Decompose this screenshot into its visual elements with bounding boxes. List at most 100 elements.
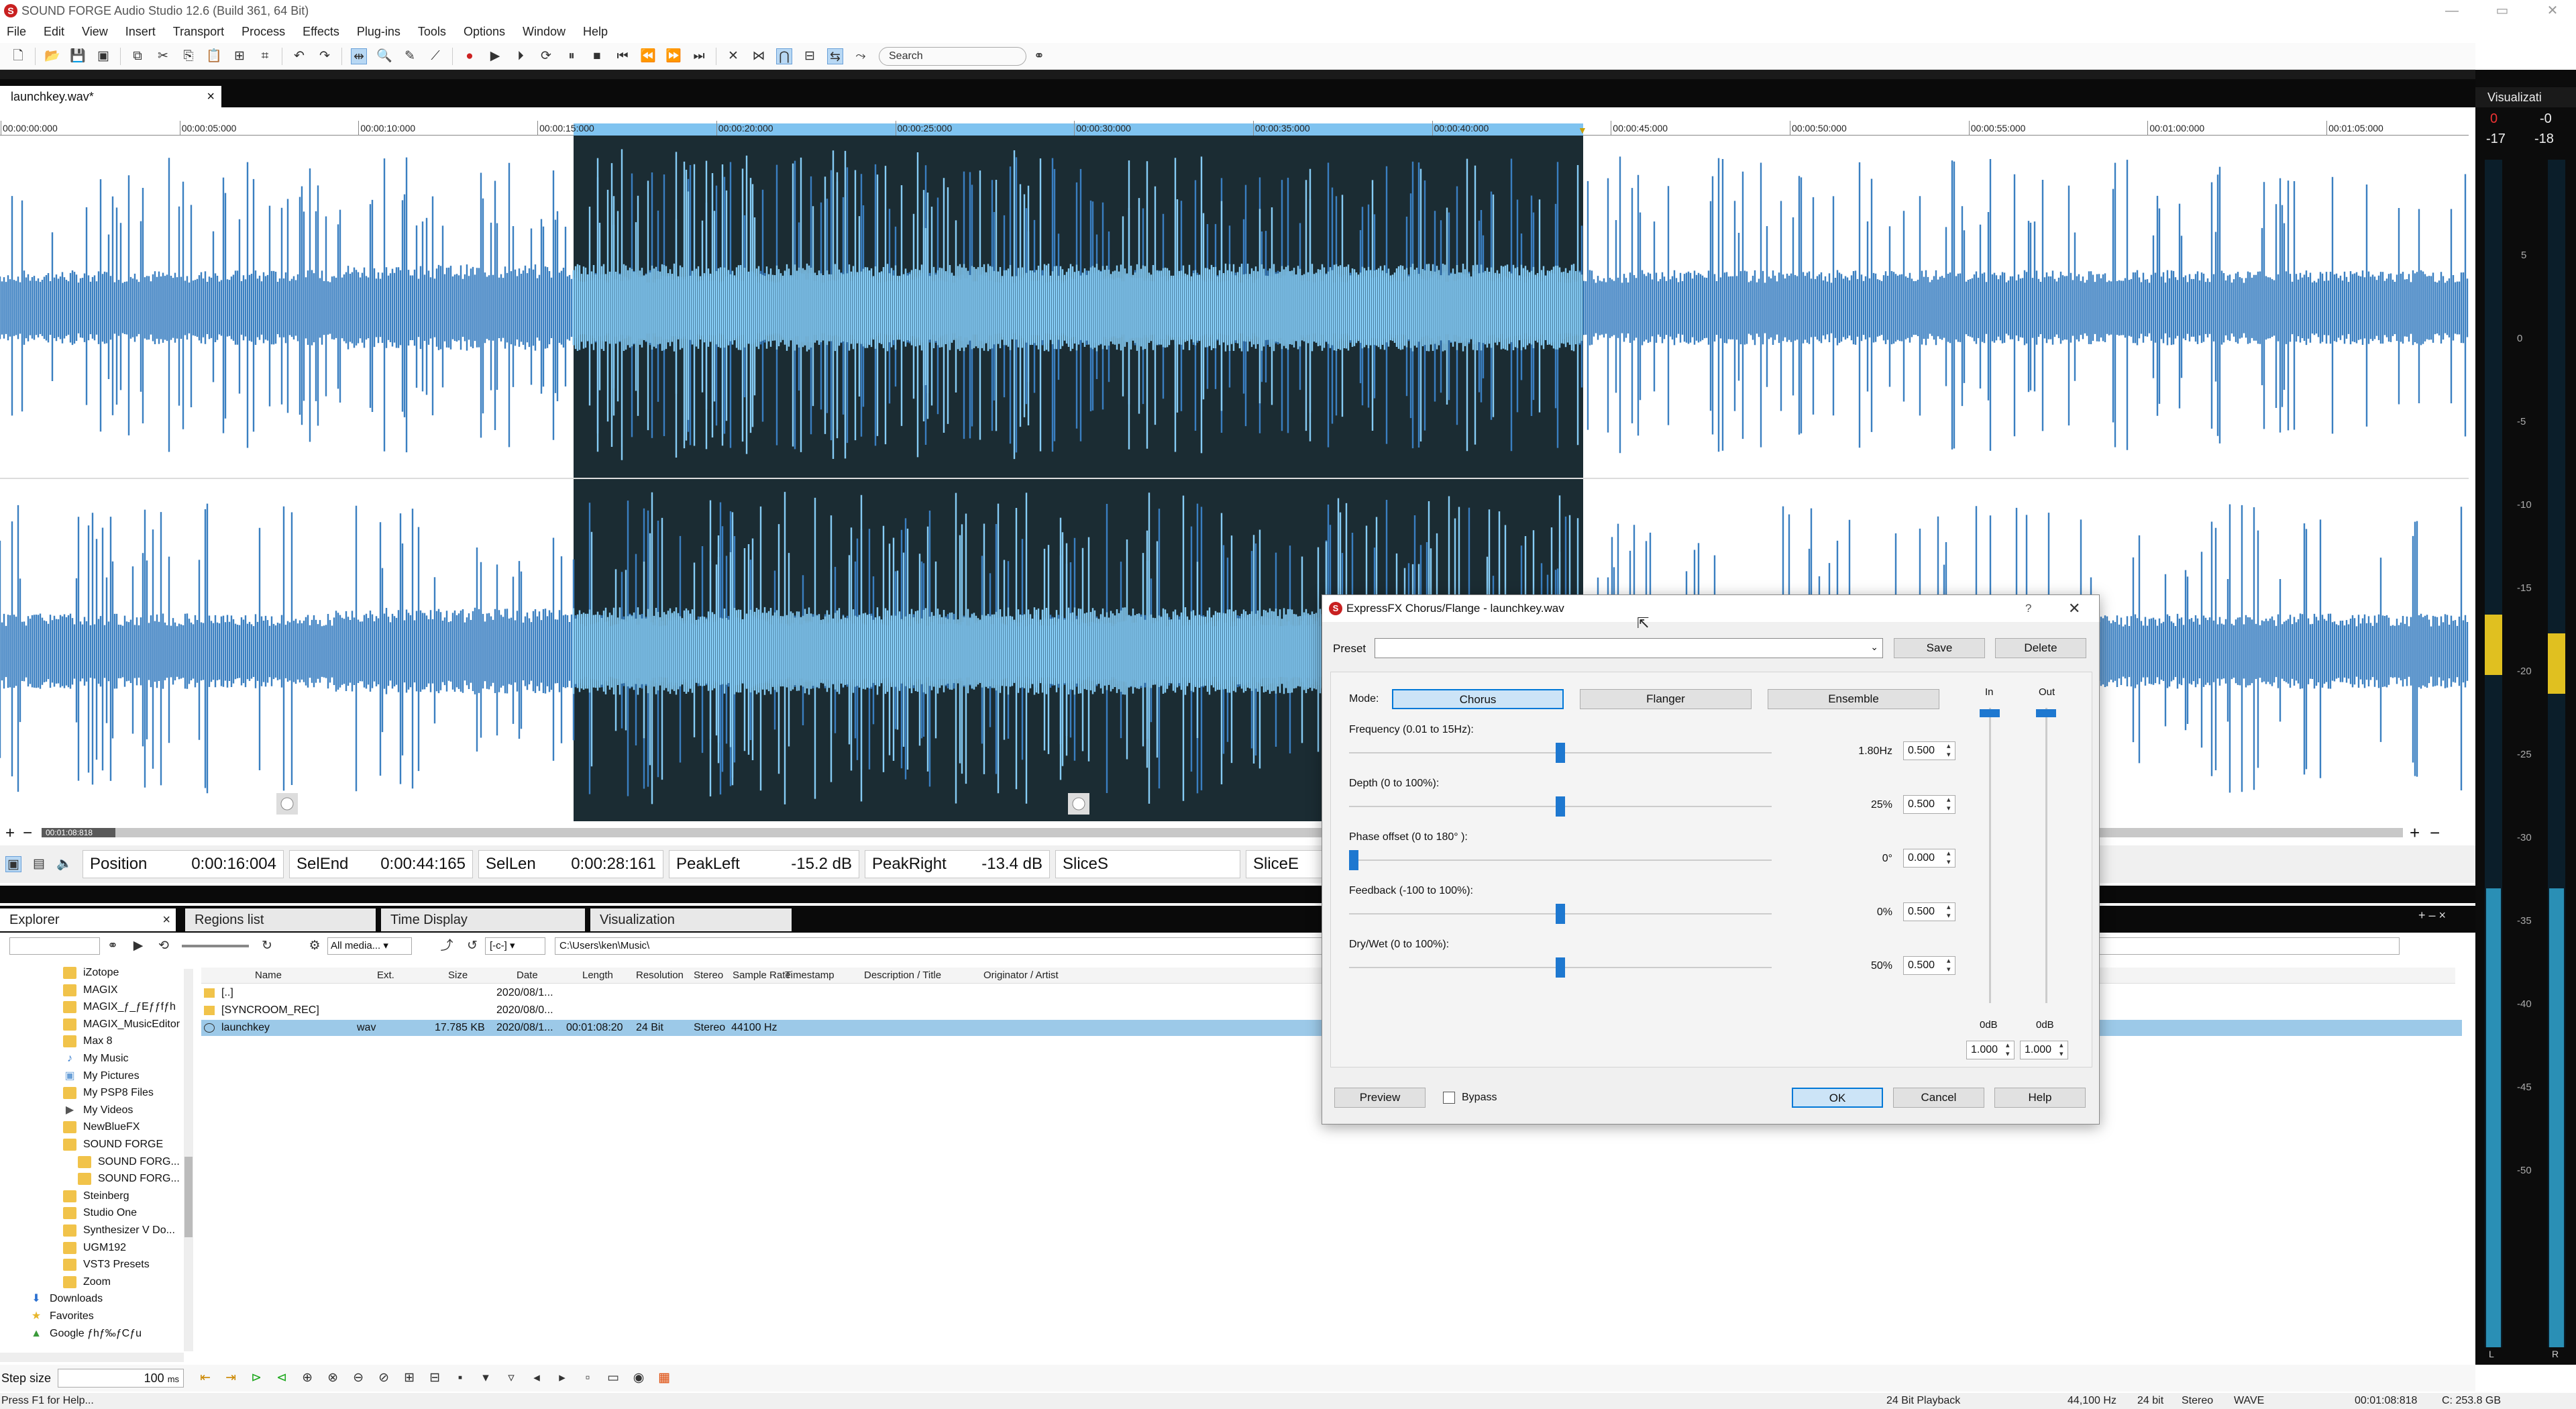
- tree-item[interactable]: ▶ My Videos: [63, 1102, 133, 1118]
- envelope-tool-icon[interactable]: ⟋: [427, 48, 443, 64]
- in-gain-thumb[interactable]: [1980, 709, 2000, 717]
- time-ruler[interactable]: 00:00:00:000 00:00:05:000 00:00:10:000 00:0…: [0, 121, 2469, 136]
- param-slider-thumb[interactable]: [1556, 957, 1565, 978]
- status-field-selend[interactable]: SelEnd 0:00:44:165: [289, 850, 473, 878]
- save-preset-button[interactable]: Save: [1894, 638, 1985, 658]
- copy-icon[interactable]: ⎘: [180, 48, 197, 64]
- binoculars-small-icon[interactable]: ⚭: [105, 938, 121, 954]
- tree-item[interactable]: UGM192: [63, 1240, 126, 1256]
- tree-item[interactable]: SOUND FORG...: [78, 1171, 180, 1187]
- help-button[interactable]: Help: [1994, 1088, 2086, 1108]
- video-icon[interactable]: ▤: [31, 856, 47, 872]
- column-header[interactable]: Stereo: [694, 970, 723, 981]
- undo-icon[interactable]: ↶: [291, 48, 307, 64]
- param-slider-thumb[interactable]: [1556, 743, 1565, 763]
- minimize-icon[interactable]: —: [2428, 0, 2475, 21]
- paste-icon[interactable]: 📋: [206, 48, 222, 64]
- tab-regions-list[interactable]: Regions list: [185, 908, 376, 931]
- menu-file[interactable]: File: [7, 25, 26, 39]
- step-size-input[interactable]: 100 ms: [58, 1369, 184, 1388]
- play-all-icon[interactable]: ▶: [487, 48, 503, 64]
- tree-item[interactable]: NewBlueFX: [63, 1119, 140, 1135]
- tree-item[interactable]: VST3 Presets: [63, 1257, 150, 1273]
- record-mode-icon[interactable]: ▣: [5, 856, 21, 872]
- tree-item[interactable]: Synthesizer V Do...: [63, 1222, 175, 1239]
- preset-combo[interactable]: ⌄: [1375, 638, 1883, 658]
- go-end-icon[interactable]: ⏭: [691, 48, 707, 64]
- mix-icon[interactable]: ⊞: [231, 48, 248, 64]
- menu-transport[interactable]: Transport: [173, 25, 224, 39]
- mode-chorus-button[interactable]: Chorus: [1392, 689, 1564, 709]
- settings-icon[interactable]: ⚙: [307, 938, 323, 954]
- out-gain-spin[interactable]: 1.000: [2020, 1041, 2068, 1059]
- status-field-sellen[interactable]: SelLen 0:00:28:161: [478, 850, 663, 878]
- tool-k-icon[interactable]: ▸: [554, 1370, 570, 1386]
- playhead-marker-icon[interactable]: ▼: [1578, 125, 1587, 136]
- param-spin[interactable]: 0.500: [1903, 902, 1955, 921]
- tree-item[interactable]: iZotope: [63, 965, 119, 981]
- record-icon[interactable]: ●: [462, 48, 478, 64]
- tree-item[interactable]: SOUND FORGE: [63, 1137, 163, 1153]
- maximize-icon[interactable]: ▭: [2479, 0, 2526, 21]
- tree-item[interactable]: ▲ Google ƒhƒ‰ƒCƒu: [30, 1326, 142, 1342]
- close-tab-icon[interactable]: ×: [207, 86, 215, 107]
- tree-item[interactable]: Studio One: [63, 1205, 137, 1221]
- tool-m-icon[interactable]: ▭: [605, 1370, 621, 1386]
- tool-h-icon[interactable]: ▾: [478, 1370, 494, 1386]
- column-header[interactable]: Date: [517, 970, 538, 981]
- pencil-tool-icon[interactable]: ✎: [402, 48, 418, 64]
- tree-scrollbar[interactable]: [184, 969, 193, 1351]
- column-header[interactable]: Description / Title: [864, 970, 941, 981]
- menu-options[interactable]: Options: [464, 25, 505, 39]
- param-slider-track[interactable]: [1349, 859, 1772, 861]
- region-icon[interactable]: ⊟: [802, 48, 818, 64]
- param-spin[interactable]: 0.500: [1903, 956, 1955, 975]
- redo-icon[interactable]: ↷: [317, 48, 333, 64]
- panel-controls-icon[interactable]: + – ×: [2418, 908, 2446, 923]
- stop-icon[interactable]: ■: [589, 48, 605, 64]
- preview-button[interactable]: Preview: [1334, 1088, 1426, 1108]
- tool-d-icon[interactable]: ⊘: [376, 1370, 392, 1386]
- tree-item[interactable]: Zoom: [63, 1274, 111, 1290]
- menu-plugins[interactable]: Plug-ins: [357, 25, 400, 39]
- mode-flanger-button[interactable]: Flanger: [1580, 689, 1752, 709]
- explorer-search-input[interactable]: [9, 937, 100, 955]
- cancel-button[interactable]: Cancel: [1893, 1088, 1984, 1108]
- tool-n-icon[interactable]: ◉: [631, 1370, 647, 1386]
- menu-effects[interactable]: Effects: [303, 25, 339, 39]
- dialog-help-icon[interactable]: ?: [2025, 595, 2031, 622]
- tree-item[interactable]: ⬇ Downloads: [30, 1291, 103, 1307]
- speaker-icon[interactable]: 🔈: [56, 856, 72, 872]
- rewind-icon[interactable]: ⏪: [640, 48, 656, 64]
- tree-item[interactable]: Steinberg: [63, 1188, 129, 1204]
- param-slider-thumb[interactable]: [1556, 796, 1565, 817]
- tool-e-icon[interactable]: ⊞: [401, 1370, 417, 1386]
- preview-play-icon[interactable]: ▶: [130, 938, 146, 954]
- status-field-peakright[interactable]: PeakRight -13.4 dB: [865, 850, 1050, 878]
- auto-ripple-icon[interactable]: ⇆: [827, 48, 843, 64]
- up-folder-icon[interactable]: ⤴: [439, 938, 455, 954]
- save-all-icon[interactable]: ▣: [95, 48, 111, 64]
- column-header[interactable]: Resolution: [636, 970, 684, 981]
- menu-process[interactable]: Process: [241, 25, 285, 39]
- crossfade-icon[interactable]: ⤳: [853, 48, 869, 64]
- insert-region-icon[interactable]: ⊲: [274, 1370, 290, 1386]
- zoom-in-icon[interactable]: +: [2410, 823, 2420, 843]
- ok-button[interactable]: OK: [1792, 1088, 1883, 1108]
- tool-c-icon[interactable]: ⊖: [350, 1370, 366, 1386]
- tree-item[interactable]: My PSP8 Files: [63, 1085, 154, 1101]
- go-start-icon[interactable]: ⏮: [614, 48, 631, 64]
- insert-marker-icon[interactable]: ⊳: [248, 1370, 264, 1386]
- tool-b-icon[interactable]: ⊗: [325, 1370, 341, 1386]
- tool-i-icon[interactable]: ▿: [503, 1370, 519, 1386]
- tree-item[interactable]: MAGIX_MusicEditor: [63, 1016, 180, 1033]
- cut-icon[interactable]: ✂: [155, 48, 171, 64]
- document-tab[interactable]: launchkey.wav* ×: [0, 86, 221, 107]
- split-icon[interactable]: ✕: [725, 48, 741, 64]
- edit-tool-icon[interactable]: ⇹: [351, 48, 367, 64]
- status-field-position[interactable]: Position 0:00:16:004: [83, 850, 284, 878]
- scroll-thumb[interactable]: 00:01:08:818: [42, 828, 115, 837]
- column-header[interactable]: Timestamp: [785, 970, 835, 981]
- refresh-icon[interactable]: ↻: [259, 938, 275, 954]
- tool-l-icon[interactable]: ▫: [580, 1370, 596, 1386]
